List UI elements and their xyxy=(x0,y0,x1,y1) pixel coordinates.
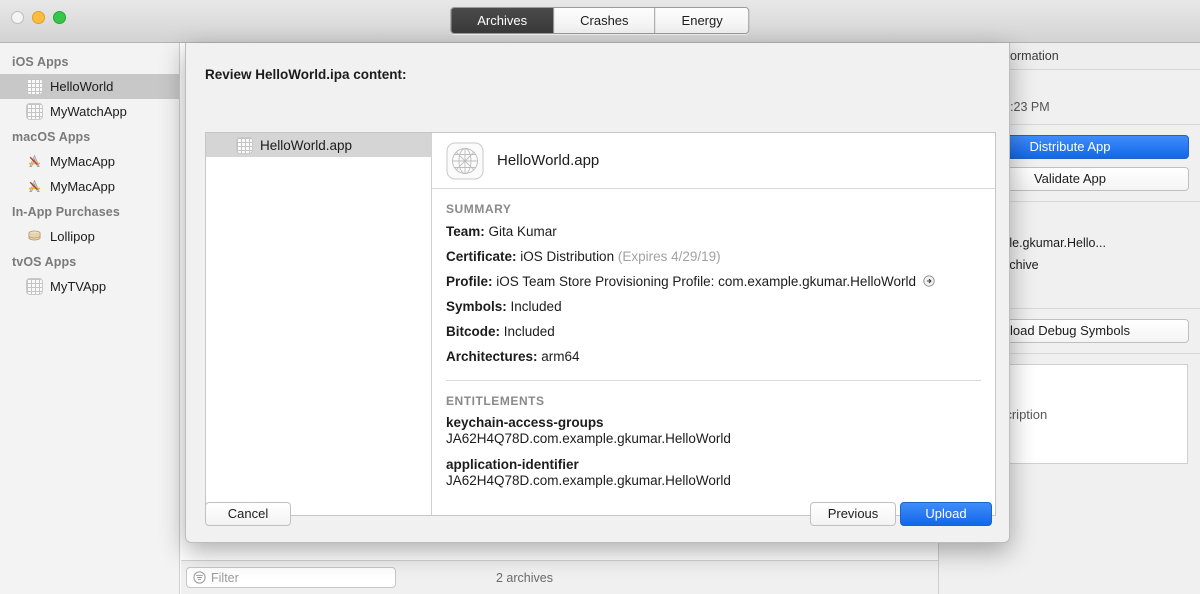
sidebar-group-ios-apps: iOS Apps xyxy=(0,49,179,74)
sidebar-item-label: Lollipop xyxy=(50,229,95,244)
summary-row-team: Team: Gita Kumar xyxy=(432,223,995,248)
summary-key: Symbols: xyxy=(446,299,507,314)
entitlements-section-label: ENTITLEMENTS xyxy=(432,381,995,415)
summary-value: iOS Distribution xyxy=(520,249,614,264)
summary-section-label: SUMMARY xyxy=(432,189,995,223)
certificate-expiry: (Expires 4/29/19) xyxy=(618,249,721,264)
archives-count-label: 2 archives xyxy=(496,571,553,585)
summary-key: Architectures: xyxy=(446,349,538,364)
upload-button[interactable]: Upload xyxy=(900,502,992,526)
summary-key: Profile: xyxy=(446,274,493,289)
summary-key: Team: xyxy=(446,224,485,239)
summary-row-architectures: Architectures: arm64 xyxy=(432,348,995,373)
summary-value: Included xyxy=(511,299,562,314)
summary-value: Gita Kumar xyxy=(489,224,557,239)
summary-row-bitcode: Bitcode: Included xyxy=(432,323,995,348)
ipa-file-list: HelloWorld.app xyxy=(206,133,432,515)
review-ipa-sheet: Review HelloWorld.ipa content: HelloWorl… xyxy=(185,43,1010,543)
sidebar-group-tvos-apps: tvOS Apps xyxy=(0,249,179,274)
xcode-app-icon xyxy=(26,178,43,195)
detail-app-name: HelloWorld.app xyxy=(497,152,599,169)
entitlement-value: JA62H4Q78D.com.example.gkumar.HelloWorld xyxy=(432,431,995,457)
cancel-button[interactable]: Cancel xyxy=(205,502,291,526)
sidebar-item-mytvapp[interactable]: MyTVApp xyxy=(0,274,179,299)
profile-disclosure-icon[interactable] xyxy=(923,274,935,286)
ios-app-icon xyxy=(26,103,43,120)
filter-input[interactable]: Filter xyxy=(186,567,396,588)
window-controls xyxy=(11,11,66,24)
summary-key: Certificate: xyxy=(446,249,517,264)
title-bar: Archives Crashes Energy xyxy=(0,0,1200,43)
close-button[interactable] xyxy=(11,11,24,24)
ios-app-icon xyxy=(26,78,43,95)
file-row[interactable]: HelloWorld.app xyxy=(206,133,431,157)
summary-key: Bitcode: xyxy=(446,324,500,339)
sidebar-item-mywatchapp[interactable]: MyWatchApp xyxy=(0,99,179,124)
detail-header: HelloWorld.app xyxy=(432,133,995,189)
filter-icon xyxy=(193,571,206,584)
sidebar-item-label: HelloWorld xyxy=(50,79,113,94)
summary-value: Included xyxy=(504,324,555,339)
ios-app-icon xyxy=(446,142,484,180)
summary-row-symbols: Symbols: Included xyxy=(432,298,995,323)
filter-placeholder: Filter xyxy=(211,571,239,585)
summary-value: iOS Team Store Provisioning Profile: com… xyxy=(496,274,916,289)
summary-row-profile: Profile: iOS Team Store Provisioning Pro… xyxy=(432,273,995,298)
sidebar-item-label: MyWatchApp xyxy=(50,104,127,119)
sidebar-group-macos-apps: macOS Apps xyxy=(0,124,179,149)
app-detail-pane: HelloWorld.app SUMMARY Team: Gita Kumar … xyxy=(432,133,995,515)
previous-button[interactable]: Previous xyxy=(810,502,896,526)
organizer-window: Archives Crashes Energy iOS Apps HelloWo… xyxy=(0,0,1200,594)
zoom-button[interactable] xyxy=(53,11,66,24)
sheet-content: HelloWorld.app xyxy=(205,132,996,516)
entitlement-item: keychain-access-groups JA62H4Q78D.com.ex… xyxy=(432,415,995,457)
sidebar-item-label: MyTVApp xyxy=(50,279,106,294)
sidebar-item-label: MyMacApp xyxy=(50,154,115,169)
sidebar-item-lollipop[interactable]: Lollipop xyxy=(0,224,179,249)
bottom-toolbar: Filter 2 archives xyxy=(181,560,938,594)
view-segmented-control[interactable]: Archives Crashes Energy xyxy=(450,7,749,34)
entitlement-name: application-identifier xyxy=(432,457,995,473)
tab-crashes[interactable]: Crashes xyxy=(554,8,655,33)
tab-energy[interactable]: Energy xyxy=(656,8,749,33)
file-row-label: HelloWorld.app xyxy=(260,138,352,153)
xcode-app-icon xyxy=(26,153,43,170)
minimize-button[interactable] xyxy=(32,11,45,24)
sheet-title: Review HelloWorld.ipa content: xyxy=(186,43,1009,92)
sidebar-item-mymacapp-1[interactable]: MyMacApp xyxy=(0,149,179,174)
sidebar-item-helloworld[interactable]: HelloWorld xyxy=(0,74,179,99)
sheet-footer: Cancel Previous Upload xyxy=(186,489,1010,542)
in-app-purchase-icon xyxy=(26,228,43,245)
sidebar-item-label: MyMacApp xyxy=(50,179,115,194)
summary-value: arm64 xyxy=(541,349,579,364)
sidebar-group-in-app-purchases: In-App Purchases xyxy=(0,199,179,224)
tab-archives[interactable]: Archives xyxy=(451,8,554,33)
ios-app-icon xyxy=(26,278,43,295)
summary-row-certificate: Certificate: iOS Distribution (Expires 4… xyxy=(432,248,995,273)
entitlement-name: keychain-access-groups xyxy=(432,415,995,431)
sidebar: iOS Apps HelloWorld MyWatchApp macOS App… xyxy=(0,43,180,594)
sidebar-item-mymacapp-2[interactable]: MyMacApp xyxy=(0,174,179,199)
ios-app-icon xyxy=(236,137,253,154)
